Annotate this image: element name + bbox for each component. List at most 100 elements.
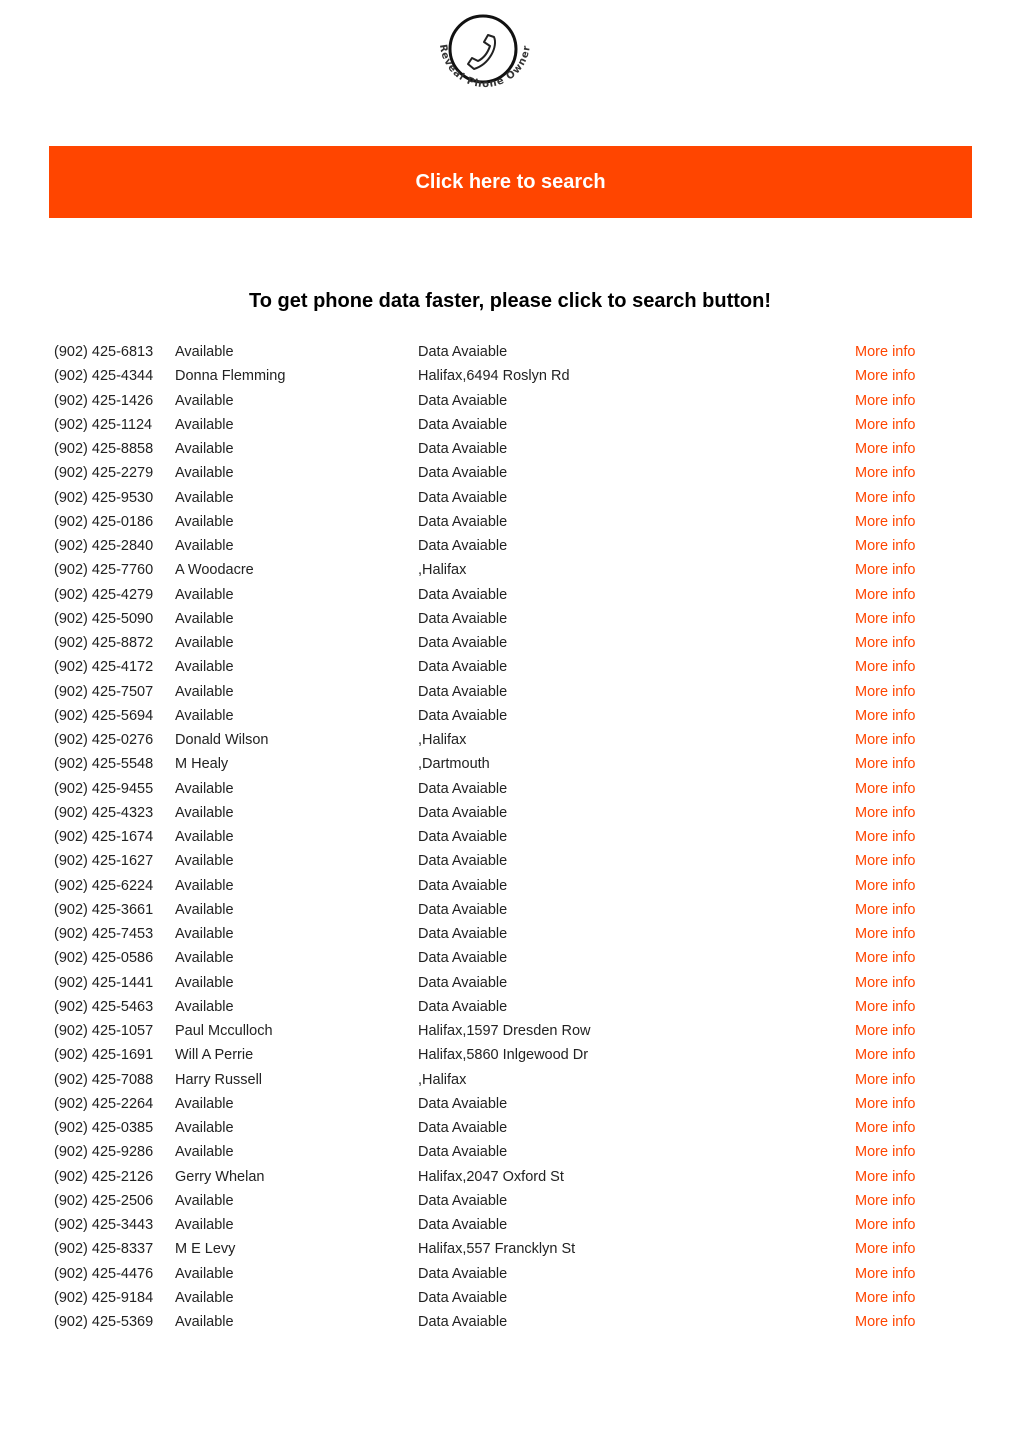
more-info-link[interactable]: More info bbox=[855, 486, 915, 510]
owner-name: Will A Perrie bbox=[175, 1047, 254, 1064]
more-info-link[interactable]: More info bbox=[855, 922, 915, 946]
more-info-link[interactable]: More info bbox=[855, 1189, 915, 1213]
listing-row: (902) 425-1691 Will A Perrie Halifax,5860 … bbox=[54, 1043, 954, 1067]
phone-number: (902) 425-5369 bbox=[54, 1314, 154, 1330]
owner-name: A Woodacre bbox=[175, 562, 254, 579]
owner-name: Available bbox=[175, 829, 234, 845]
owner-name: Available bbox=[175, 974, 234, 991]
owner-name: Available bbox=[175, 707, 234, 724]
listing-row: (902) 425-1674 Available Data Avaiable More… bbox=[54, 825, 954, 849]
more-info-link[interactable]: More info bbox=[855, 607, 915, 631]
owner-address: Halifax,6494 Roslyn Rd bbox=[418, 368, 570, 385]
more-info-link[interactable]: More info bbox=[855, 898, 915, 922]
phone-number: (902) 425-1441 bbox=[54, 974, 154, 991]
more-info-link[interactable]: More info bbox=[855, 1262, 915, 1286]
listing-row: (902) 425-7507 Available Data Avaiable More… bbox=[54, 680, 954, 704]
owner-name: Available bbox=[175, 1265, 234, 1282]
more-info-link[interactable]: More info bbox=[855, 1140, 915, 1164]
more-info-link[interactable]: More info bbox=[855, 437, 915, 461]
more-info-link[interactable]: More info bbox=[855, 971, 915, 995]
phone-number: (902) 425-5694 bbox=[54, 707, 154, 724]
owner-name: Available bbox=[175, 489, 234, 506]
owner-address: Data Avaiable bbox=[418, 1144, 508, 1161]
listing-row: (902) 425-7760 A Woodacre ,Halifax More inf… bbox=[54, 558, 954, 582]
more-info-link[interactable]: More info bbox=[855, 1310, 915, 1334]
more-info-link[interactable]: More info bbox=[855, 1213, 915, 1237]
owner-address: Data Avaiable bbox=[418, 1265, 508, 1282]
more-info-link[interactable]: More info bbox=[855, 825, 915, 849]
listing-row: (902) 425-9455 Available Data Avaiable More… bbox=[54, 777, 954, 801]
owner-address: Halifax,5860 Inlgewood Dr bbox=[418, 1047, 589, 1064]
listing-row: (902) 425-7088 Harry Russell ,Halifax More … bbox=[54, 1068, 954, 1092]
owner-address: Data Avaiable bbox=[418, 344, 508, 360]
more-info-link[interactable]: More info bbox=[855, 631, 915, 655]
more-info-link[interactable]: More info bbox=[855, 1286, 915, 1310]
more-info-link[interactable]: More info bbox=[855, 728, 915, 752]
owner-address: Data Avaiable bbox=[418, 441, 508, 457]
phone-number: (902) 425-7760 bbox=[54, 562, 154, 579]
more-info-link[interactable]: More info bbox=[855, 413, 915, 437]
listing-row: (902) 425-5090 Available Data Avaiable More… bbox=[54, 607, 954, 631]
more-info-link[interactable]: More info bbox=[855, 1116, 915, 1140]
more-info-link[interactable]: More info bbox=[855, 583, 915, 607]
phone-number: (902) 425-1691 bbox=[54, 1047, 154, 1064]
search-button[interactable]: Click here to search bbox=[49, 146, 972, 218]
more-info-link[interactable]: More info bbox=[855, 1092, 915, 1116]
owner-name: M E Levy bbox=[175, 1241, 236, 1258]
listing-row: (902) 425-0276 Donald Wilson ,Halifax More … bbox=[54, 728, 954, 752]
owner-address: Data Avaiable bbox=[418, 804, 508, 821]
more-info-link[interactable]: More info bbox=[855, 752, 915, 776]
more-info-link[interactable]: More info bbox=[855, 777, 915, 801]
search-button-label: Click here to search bbox=[415, 170, 606, 193]
more-info-link[interactable]: More info bbox=[855, 655, 915, 679]
listing-row: (902) 425-9530 Available Data Avaiable More… bbox=[54, 486, 954, 510]
listing-row: (902) 425-1426 Available Data Avaiable More… bbox=[54, 389, 954, 413]
owner-address: Data Avaiable bbox=[418, 829, 508, 845]
listing-row: (902) 425-3661 Available Data Avaiable More… bbox=[54, 898, 954, 922]
more-info-link[interactable]: More info bbox=[855, 995, 915, 1019]
listing-row: (902) 425-1124 Available Data Avaiable More… bbox=[54, 413, 954, 437]
more-info-link[interactable]: More info bbox=[855, 1237, 915, 1261]
more-info-link[interactable]: More info bbox=[855, 874, 915, 898]
more-info-link[interactable]: More info bbox=[855, 704, 915, 728]
owner-name: Available bbox=[175, 513, 234, 530]
more-info-link[interactable]: More info bbox=[855, 680, 915, 704]
more-info-link[interactable]: More info bbox=[855, 461, 915, 485]
phone-number: (902) 425-1674 bbox=[54, 829, 154, 845]
listing-row: (902) 425-3443 Available Data Avaiable More… bbox=[54, 1213, 954, 1237]
listing-row: (902) 425-5548 M Healy ,Dartmouth More info bbox=[54, 752, 954, 776]
phone-number: (902) 425-6224 bbox=[54, 877, 154, 894]
more-info-link[interactable]: More info bbox=[855, 364, 915, 388]
more-info-link[interactable]: More info bbox=[855, 558, 915, 582]
phone-number: (902) 425-5463 bbox=[54, 998, 154, 1015]
more-info-link[interactable]: More info bbox=[855, 340, 915, 364]
more-info-link[interactable]: More info bbox=[855, 510, 915, 534]
owner-address: ,Halifax bbox=[418, 562, 467, 579]
listing-row: (902) 425-9184 Available Data Avaiable More… bbox=[54, 1286, 954, 1310]
owner-address: ,Halifax bbox=[418, 1071, 467, 1088]
listing-row: (902) 425-8858 Available Data Avaiable More… bbox=[54, 437, 954, 461]
owner-name: Available bbox=[175, 780, 234, 797]
listing-row: (902) 425-1627 Available Data Avaiable More… bbox=[54, 849, 954, 873]
more-info-link[interactable]: More info bbox=[855, 389, 915, 413]
more-info-link[interactable]: More info bbox=[855, 1165, 915, 1189]
more-info-link[interactable]: More info bbox=[855, 534, 915, 558]
phone-number: (902) 425-8337 bbox=[54, 1241, 154, 1258]
listing-row: (902) 425-4172 Available Data Avaiable More… bbox=[54, 655, 954, 679]
more-info-link[interactable]: More info bbox=[855, 801, 915, 825]
phone-number: (902) 425-1057 bbox=[54, 1023, 154, 1039]
owner-address: Data Avaiable bbox=[418, 416, 508, 433]
more-info-link[interactable]: More info bbox=[855, 1068, 915, 1092]
owner-name: Available bbox=[175, 1192, 234, 1209]
owner-name: Available bbox=[175, 998, 234, 1015]
owner-name: Available bbox=[175, 804, 234, 821]
more-info-link[interactable]: More info bbox=[855, 1019, 915, 1043]
owner-name: Available bbox=[175, 853, 234, 870]
more-info-link[interactable]: More info bbox=[855, 1043, 915, 1067]
more-info-link[interactable]: More info bbox=[855, 849, 915, 873]
phone-number: (902) 425-7507 bbox=[54, 683, 154, 700]
listing-row: (902) 425-4323 Available Data Avaiable More… bbox=[54, 801, 954, 825]
phone-number: (902) 425-2840 bbox=[54, 538, 154, 554]
phone-number: (902) 425-9286 bbox=[54, 1144, 154, 1161]
more-info-link[interactable]: More info bbox=[855, 946, 915, 970]
